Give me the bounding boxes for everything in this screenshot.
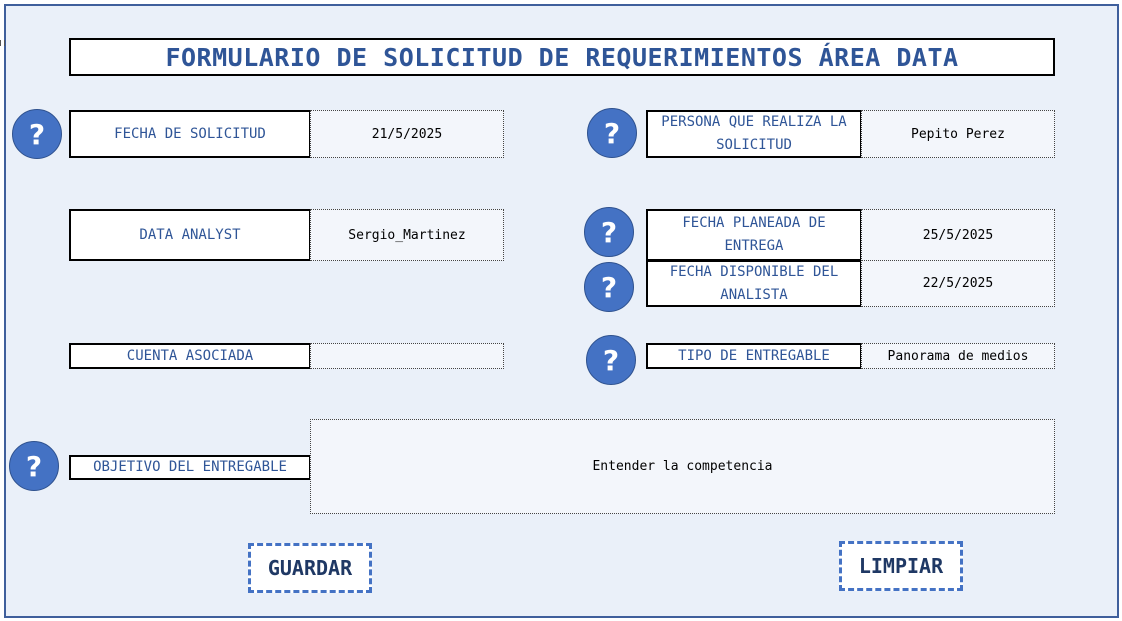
help-icon-persona[interactable]: ? [587, 108, 637, 158]
help-icon-fecha-solicitud[interactable]: ? [12, 109, 62, 159]
label-fecha-solicitud: FECHA DE SOLICITUD [69, 110, 311, 158]
label-data-analyst: DATA ANALYST [69, 209, 311, 261]
save-button[interactable]: GUARDAR [248, 543, 372, 593]
help-icon-tipo-entregable[interactable]: ? [586, 335, 636, 385]
label-fecha-disponible: FECHA DISPONIBLE DEL ANALISTA [646, 260, 862, 307]
form-title: FORMULARIO DE SOLICITUD DE REQUERIMIENTO… [69, 38, 1055, 76]
value-fecha-planeada[interactable]: 25/5/2025 [861, 209, 1055, 261]
value-data-analyst[interactable]: Sergio_Martinez [310, 209, 504, 261]
value-persona[interactable]: Pepito Perez [861, 110, 1055, 158]
label-cuenta-asociada: CUENTA ASOCIADA [69, 343, 311, 369]
help-icon-fecha-disponible[interactable]: ? [584, 262, 634, 312]
value-fecha-solicitud[interactable]: 21/5/2025 [310, 110, 504, 158]
label-tipo-entregable: TIPO DE ENTREGABLE [646, 343, 862, 369]
label-persona: PERSONA QUE REALIZA LA SOLICITUD [646, 110, 862, 158]
value-fecha-disponible[interactable]: 22/5/2025 [861, 260, 1055, 307]
value-tipo-entregable[interactable]: Panorama de medios [861, 343, 1055, 369]
value-cuenta-asociada[interactable] [310, 343, 504, 369]
value-objetivo[interactable]: Entender la competencia [310, 419, 1055, 514]
form-sheet [4, 4, 1119, 618]
edge-marker [0, 40, 5, 46]
label-objetivo: OBJETIVO DEL ENTREGABLE [69, 455, 311, 480]
clear-button[interactable]: LIMPIAR [839, 541, 963, 591]
help-icon-objetivo[interactable]: ? [9, 441, 59, 491]
help-icon-fecha-planeada[interactable]: ? [584, 207, 634, 257]
label-fecha-planeada: FECHA PLANEADA DE ENTREGA [646, 209, 862, 261]
